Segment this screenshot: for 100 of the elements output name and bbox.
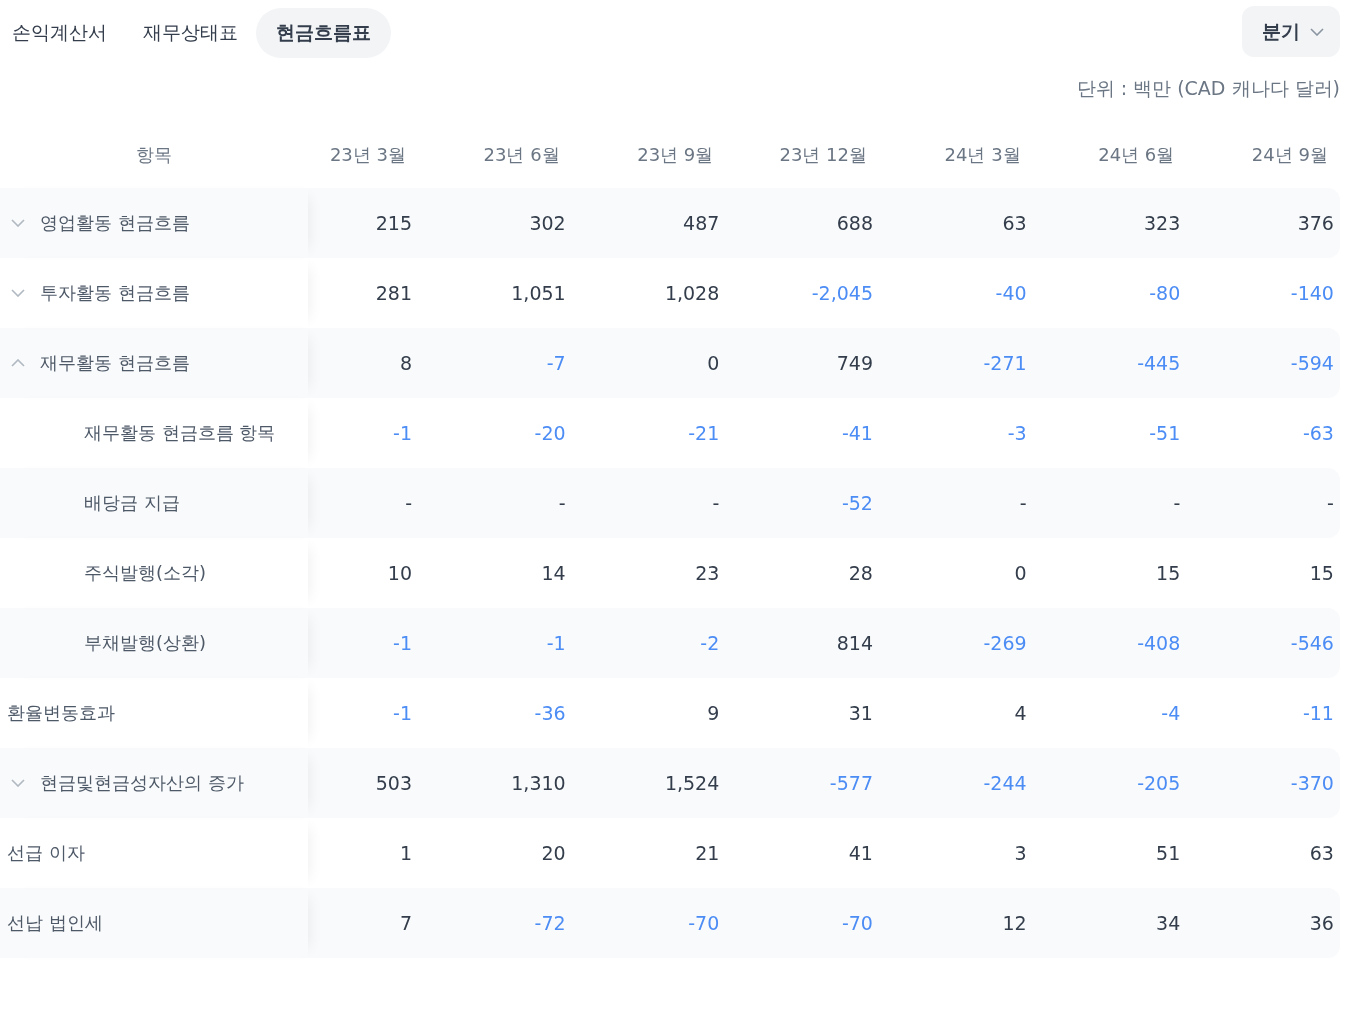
- table-cell: 1,051: [511, 282, 566, 304]
- table-cell: -: [1019, 492, 1027, 514]
- row-label: 부채발행(상환): [84, 631, 207, 655]
- tab[interactable]: 현금흐름표: [256, 8, 391, 58]
- tab[interactable]: 손익계산서: [0, 8, 125, 58]
- table-cell: -1: [393, 702, 412, 724]
- table-cell: 51: [1156, 842, 1181, 864]
- table-cell: -408: [1137, 632, 1181, 654]
- table-cell: -594: [1290, 352, 1334, 374]
- table-cell: -80: [1149, 282, 1181, 304]
- column-header: 23년 3월: [329, 144, 406, 165]
- table-cell: -: [405, 492, 412, 514]
- table-cell: -2,045: [811, 282, 873, 304]
- table-cell: 215: [375, 212, 412, 234]
- chevron-down-icon[interactable]: [11, 219, 25, 227]
- table-cell: -269: [983, 632, 1027, 654]
- column-header: 24년 6월: [1098, 144, 1175, 165]
- row-label: 선납 법인세: [7, 911, 103, 935]
- table-cell: 0: [1014, 562, 1027, 584]
- table-cell: -: [558, 492, 566, 514]
- column-header: 24년 9월: [1251, 144, 1328, 165]
- column-header: 23년 6월: [483, 144, 560, 165]
- tab[interactable]: 재무상태표: [125, 8, 256, 58]
- table-cell: 1,310: [511, 772, 566, 794]
- table-cell: 15: [1156, 562, 1181, 584]
- table-cell: -2: [700, 632, 720, 654]
- table-cell: -36: [534, 702, 566, 724]
- table-cell: 20: [541, 842, 566, 864]
- table-cell: -577: [829, 772, 873, 794]
- column-header: 23년 12월: [779, 144, 867, 165]
- table-cell: -20: [534, 422, 566, 444]
- row-label: 주식발행(소각): [84, 561, 207, 585]
- table-cell: -: [1173, 492, 1181, 514]
- table-cell: 9: [707, 702, 720, 724]
- table-cell: 487: [683, 212, 720, 234]
- column-header: 24년 3월: [944, 144, 1021, 165]
- table-cell: -21: [688, 422, 720, 444]
- table-cell: 814: [836, 632, 873, 654]
- table-cell: 0: [707, 352, 720, 374]
- chevron-down-icon: [1310, 27, 1324, 36]
- table-cell: 323: [1144, 212, 1181, 234]
- table-cell: 281: [375, 282, 412, 304]
- table-cell: -244: [983, 772, 1027, 794]
- table-cell: -: [1327, 492, 1334, 514]
- table-cell: 31: [848, 702, 873, 724]
- table-cell: 302: [529, 212, 566, 234]
- table-cell: -: [712, 492, 720, 514]
- column-header: 23년 9월: [637, 144, 714, 165]
- column-header: 항목: [136, 144, 172, 165]
- table-cell: -41: [841, 422, 873, 444]
- table-cell: -445: [1137, 352, 1181, 374]
- table-cell: 28: [848, 562, 873, 584]
- table-cell: -72: [534, 912, 566, 934]
- row-label: 선급 이자: [7, 841, 85, 865]
- table-cell: 503: [375, 772, 412, 794]
- row-label: 환율변동효과: [7, 701, 115, 725]
- row-label: 영업활동 현금흐름: [40, 211, 190, 235]
- table-cell: 1: [399, 842, 412, 864]
- table-cell: 4: [1014, 702, 1027, 724]
- table-cell: -546: [1290, 632, 1334, 654]
- chevron-down-icon[interactable]: [11, 779, 25, 787]
- table-cell: -7: [546, 352, 566, 374]
- table-cell: 36: [1309, 912, 1334, 934]
- row-label: 현금및현금성자산의 증가: [40, 771, 244, 795]
- chevron-down-icon[interactable]: [11, 289, 25, 297]
- table-cell: -51: [1149, 422, 1181, 444]
- row-label: 재무활동 현금흐름 항목: [84, 421, 276, 445]
- unit-note: 단위 : 백만 (CAD 캐나다 달러): [1076, 76, 1340, 101]
- table-cell: -1: [546, 632, 566, 654]
- table-cell: 376: [1297, 212, 1334, 234]
- table-cell: -52: [841, 492, 873, 514]
- table-cell: -63: [1302, 422, 1334, 444]
- table-cell: 23: [695, 562, 720, 584]
- table-cell: 7: [399, 912, 412, 934]
- row-label: 재무활동 현금흐름: [40, 351, 190, 375]
- table-cell: 34: [1156, 912, 1181, 934]
- table-cell: 41: [848, 842, 873, 864]
- table-cell: 3: [1014, 842, 1027, 864]
- table-cell: 688: [836, 212, 873, 234]
- table-cell: -271: [983, 352, 1027, 374]
- table-cell: 21: [695, 842, 720, 864]
- chevron-up-icon[interactable]: [11, 359, 25, 367]
- table-cell: 12: [1002, 912, 1027, 934]
- table-cell: -205: [1137, 772, 1181, 794]
- table-cell: -370: [1290, 772, 1334, 794]
- table-cell: 15: [1309, 562, 1334, 584]
- table-cell: -1: [393, 422, 412, 444]
- table-cell: 10: [387, 562, 412, 584]
- table-cell: -70: [688, 912, 720, 934]
- period-dropdown[interactable]: 분기: [1242, 6, 1340, 57]
- table-cell: -140: [1290, 282, 1334, 304]
- row-label: 배당금 지급: [84, 491, 180, 515]
- table-cell: 63: [1002, 212, 1027, 234]
- table-cell: 63: [1309, 842, 1334, 864]
- table-cell: 1,028: [664, 282, 720, 304]
- table-cell: 749: [836, 352, 873, 374]
- table-cell: -4: [1161, 702, 1181, 724]
- table-cell: -70: [841, 912, 873, 934]
- table-cell: -11: [1302, 702, 1334, 724]
- table-cell: 1,524: [664, 772, 720, 794]
